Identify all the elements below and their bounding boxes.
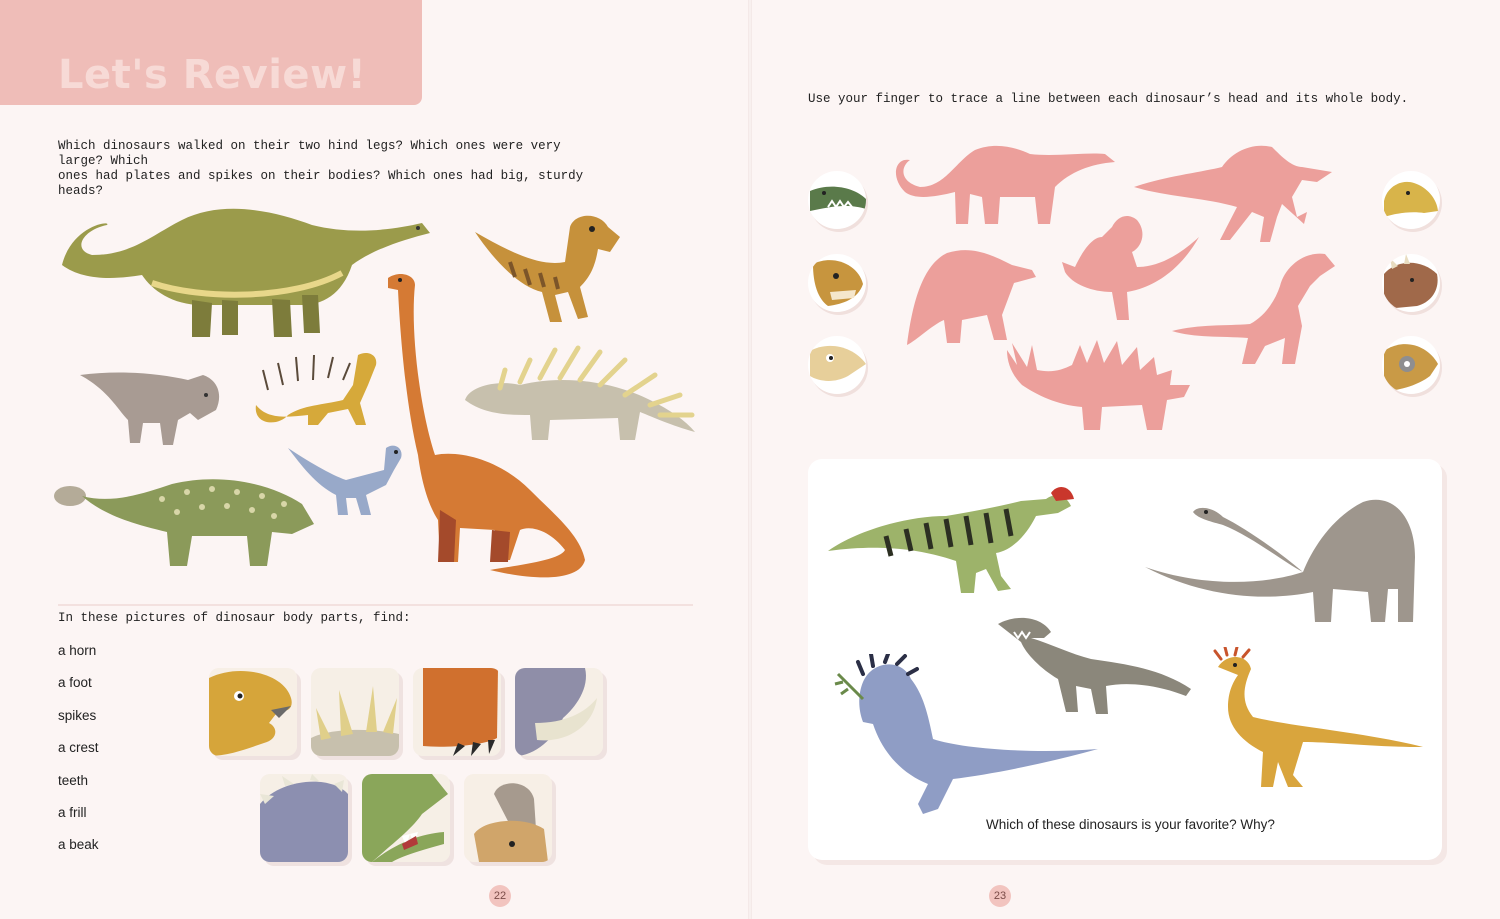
spiky-lizard-icon bbox=[255, 353, 377, 425]
apatosaurus-icon bbox=[1145, 499, 1415, 622]
body-part-item: teeth bbox=[58, 772, 89, 788]
section-divider bbox=[58, 604, 693, 606]
armored-head-icon bbox=[1382, 336, 1440, 394]
favorite-question: Which of these dinosaurs is your favorit… bbox=[986, 817, 1275, 832]
ankylosaurus-icon bbox=[54, 479, 314, 566]
duckbill-head-icon bbox=[1382, 171, 1440, 229]
pachycephalosaurus-icon bbox=[834, 654, 1098, 814]
page-number: 23 bbox=[989, 885, 1011, 907]
crocodile-head-icon bbox=[808, 171, 866, 229]
page-number: 22 bbox=[489, 885, 511, 907]
protoceratops-icon bbox=[80, 372, 220, 445]
horn-tile-icon bbox=[515, 668, 603, 756]
body-parts-list: a horn a foot spikes a crest teeth a fri… bbox=[58, 642, 99, 869]
page-title: Let's Review! bbox=[58, 52, 367, 98]
body-part-item: a crest bbox=[58, 740, 99, 756]
stegosaur-silhouette-icon bbox=[1007, 340, 1190, 430]
kentrosaurus-icon bbox=[465, 345, 695, 440]
horned-head-icon bbox=[1382, 254, 1440, 312]
book-gutter bbox=[748, 0, 752, 919]
crest-tile-icon bbox=[464, 774, 552, 862]
body-part-item: a beak bbox=[58, 837, 99, 853]
find-title: In these pictures of dinosaur body parts… bbox=[58, 611, 411, 625]
tyrannosaur-silhouette-icon bbox=[1172, 253, 1335, 364]
favorite-panel: Which of these dinosaurs is your favorit… bbox=[808, 459, 1442, 860]
trace-instruction: Use your finger to trace a line between … bbox=[808, 92, 1409, 106]
frill-tile-icon bbox=[260, 774, 348, 862]
book-spread: Let's Review! Which dinosaurs walked on … bbox=[0, 0, 1500, 919]
dilophosaurus-icon bbox=[828, 487, 1074, 593]
teeth-tile-icon bbox=[362, 774, 450, 862]
body-part-item: a foot bbox=[58, 675, 92, 691]
intro-questions: Which dinosaurs walked on their two hind… bbox=[58, 139, 598, 199]
theropod-head-icon bbox=[808, 254, 866, 312]
beaked-head-icon bbox=[808, 336, 866, 394]
foot-tile-icon bbox=[413, 668, 501, 756]
body-part-item: a horn bbox=[58, 643, 97, 658]
intro-line: Which dinosaurs walked on their two hind… bbox=[58, 139, 561, 168]
beak-tile-icon bbox=[209, 668, 297, 756]
compsognathus-icon bbox=[1213, 647, 1423, 787]
body-part-item: a frill bbox=[58, 804, 87, 820]
spikes-tile-icon bbox=[311, 668, 399, 756]
body-part-item: spikes bbox=[58, 707, 97, 723]
